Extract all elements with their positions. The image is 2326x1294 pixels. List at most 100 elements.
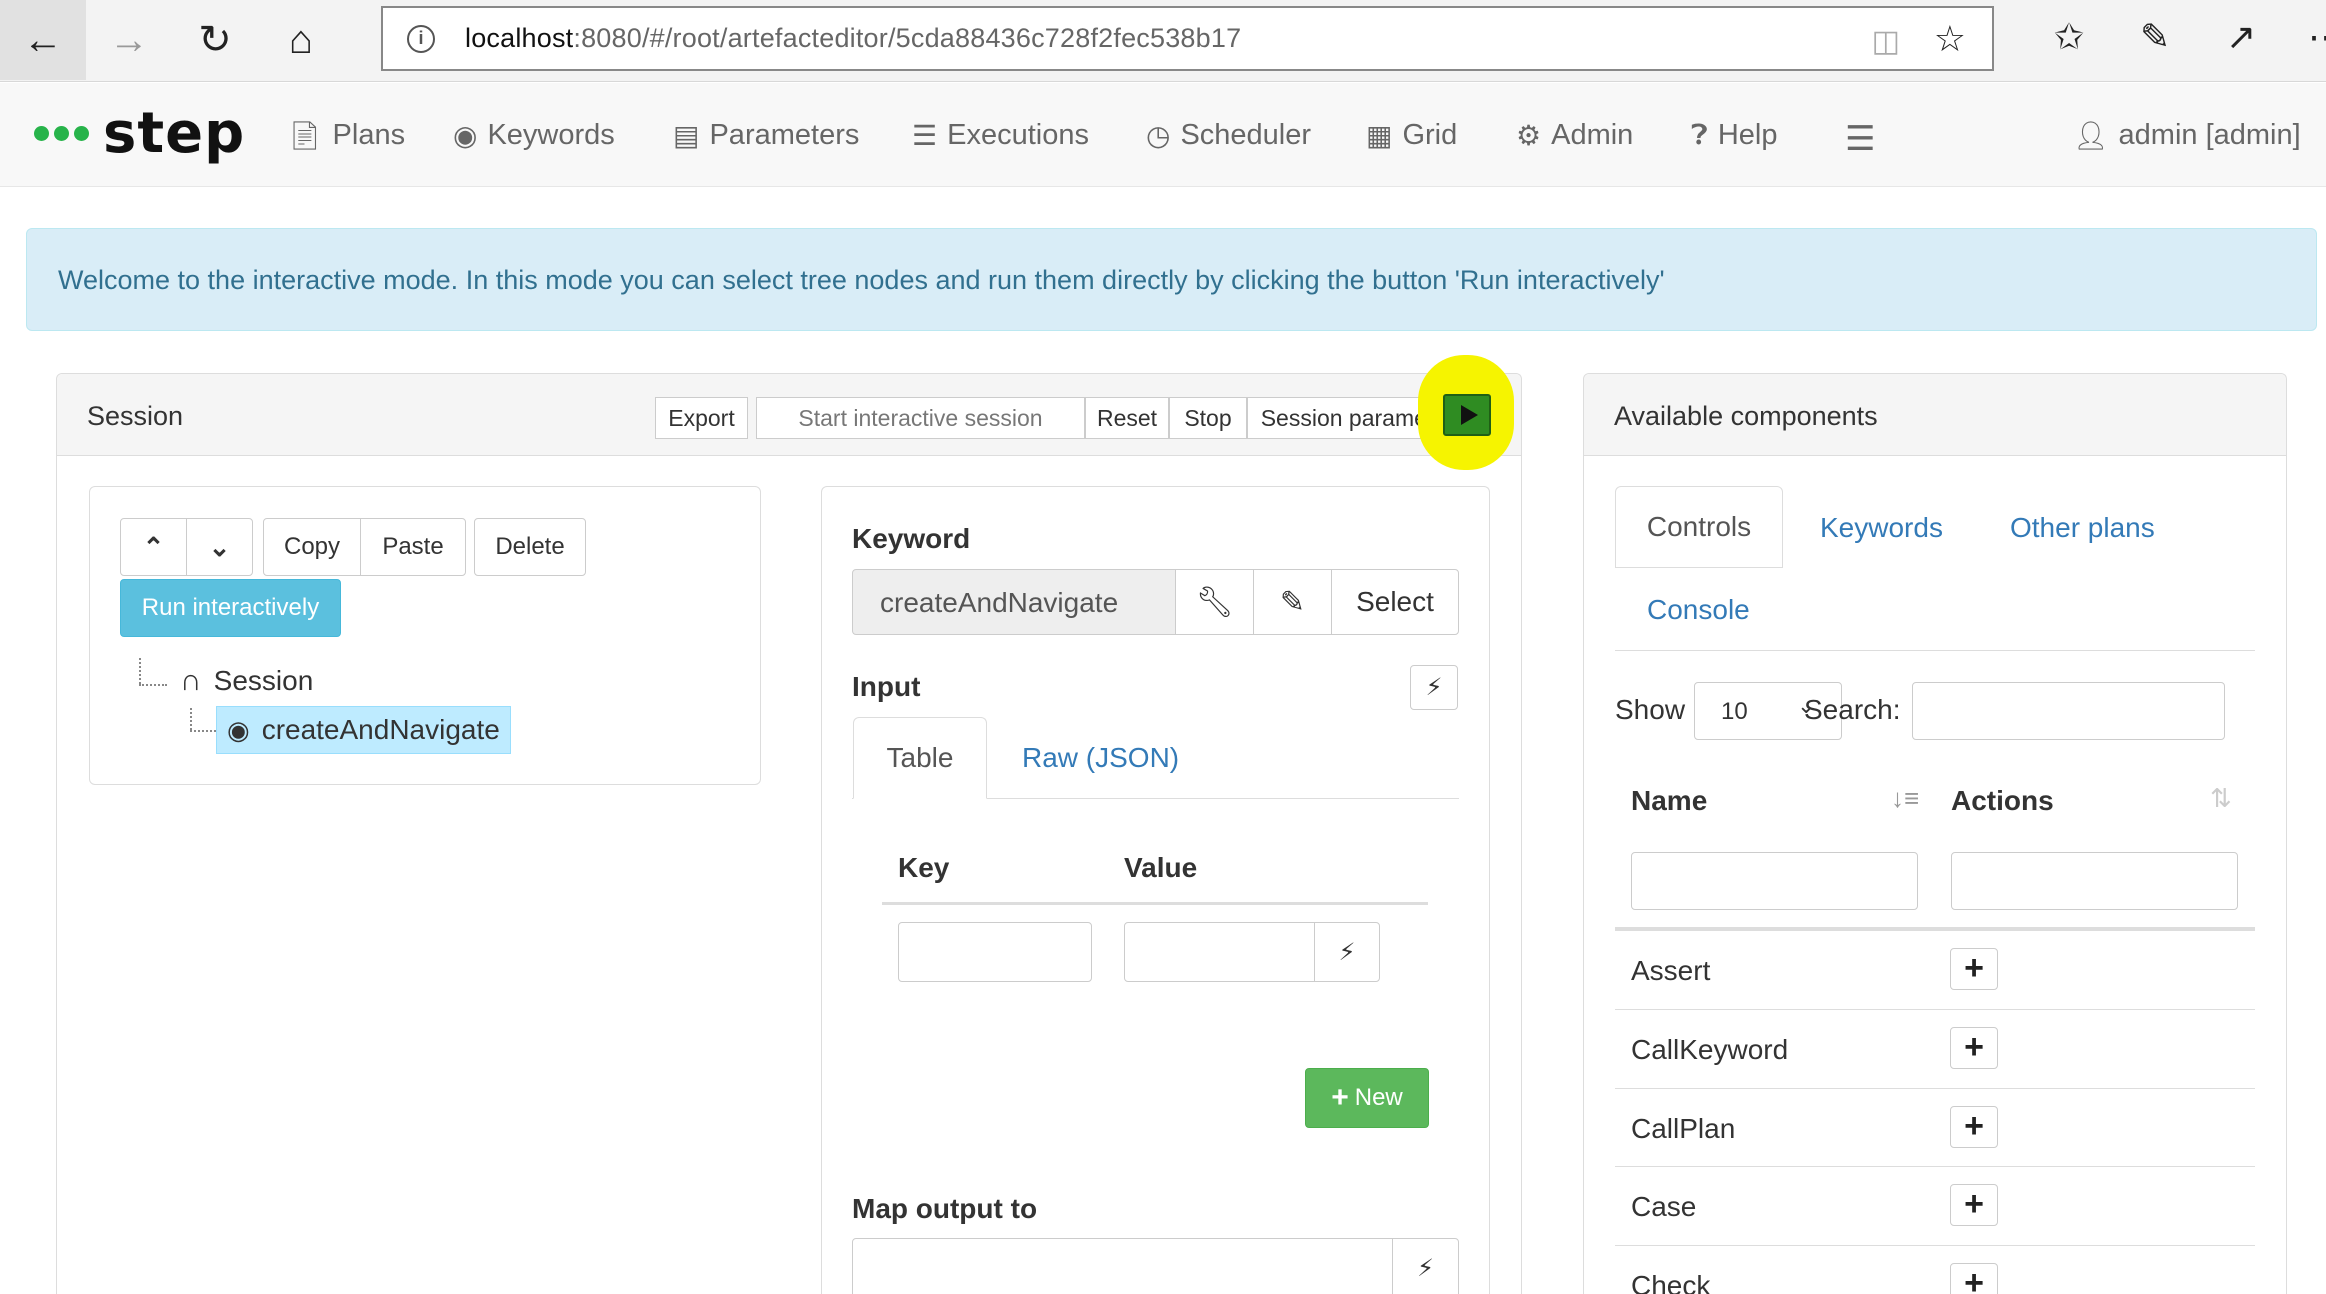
brand-logo[interactable]: step — [34, 101, 245, 166]
tree-node-createAndNavigate[interactable]: ◉ createAndNavigate — [216, 706, 511, 754]
bolt-icon: ⚡︎ — [1338, 938, 1356, 966]
favorites-list-icon[interactable]: ✩ — [2054, 16, 2084, 58]
tasks-icon: ☰ — [912, 120, 938, 151]
add-component-button[interactable]: + — [1950, 1263, 1998, 1294]
nav-parameters[interactable]: ▤ Parameters — [673, 119, 859, 152]
new-button[interactable]: + New — [1305, 1068, 1429, 1128]
tree-connector — [139, 684, 167, 686]
value-column-header: Value — [1124, 852, 1198, 883]
record-icon: ◉ — [453, 120, 478, 151]
session-panel-title: Session — [87, 401, 184, 431]
nav-scheduler[interactable]: ◷ Scheduler — [1146, 119, 1311, 152]
hamburger-menu-icon[interactable]: ☰ — [1845, 119, 1875, 159]
components-panel-title: Available components — [1614, 401, 1878, 431]
nav-keywords[interactable]: ◉ Keywords — [453, 119, 615, 152]
add-component-button[interactable]: + — [1950, 1027, 1998, 1069]
actions-filter-input[interactable] — [1951, 852, 2238, 910]
app-navbar: step 📄︎ Plans ◉ Keywords ▤ Parameters ☰ Exec… — [0, 83, 2326, 187]
table-row: CallKeyword + — [1615, 1009, 2255, 1087]
map-output-dynamic-button[interactable]: ⚡︎ — [1392, 1238, 1459, 1294]
start-interactive-session-button[interactable]: Start interactive session — [756, 397, 1085, 439]
user-icon: 👤︎ — [2073, 120, 2109, 151]
search-label: Search: — [1804, 694, 1901, 725]
delete-button[interactable]: Delete — [474, 518, 586, 576]
back-arrow-icon[interactable]: ← — [0, 0, 86, 80]
tab-raw-json[interactable]: Raw (JSON) — [1022, 742, 1179, 774]
share-icon[interactable]: ↗ — [2226, 16, 2256, 58]
table-row: CallPlan + — [1615, 1088, 2255, 1166]
key-column-header: Key — [898, 852, 950, 883]
browser-toolbar: ← → ↻ ⌂ i localhost:8080/#/root/artefact… — [0, 0, 2326, 82]
tree-connector — [190, 708, 192, 730]
tab-other-plans[interactable]: Other plans — [2010, 512, 2155, 544]
magnet-icon: ∩ — [180, 664, 202, 697]
name-filter-input[interactable] — [1631, 852, 1918, 910]
table-row: Case + — [1615, 1166, 2255, 1244]
reading-view-icon[interactable]: ◫ — [1872, 24, 1900, 59]
search-input[interactable] — [1912, 682, 2225, 740]
map-output-label: Map output to — [852, 1193, 1038, 1224]
list-alt-icon: ▤ — [673, 120, 700, 151]
question-icon: ❓︎ — [1691, 119, 1708, 150]
input-label: Input — [852, 671, 921, 702]
home-icon[interactable]: ⌂ — [258, 0, 344, 80]
tab-controls[interactable]: Controls — [1615, 486, 1783, 568]
brand-name: step — [103, 101, 246, 166]
play-button[interactable] — [1443, 394, 1491, 436]
reset-button[interactable]: Reset — [1085, 397, 1169, 439]
move-up-button[interactable]: ⌃ — [120, 518, 187, 576]
components-panel-header: Available components — [1584, 374, 2286, 456]
bolt-icon: ⚡︎ — [1425, 674, 1443, 701]
add-component-button[interactable]: + — [1950, 1106, 1998, 1148]
more-menu-icon[interactable]: ⋯ — [2308, 16, 2326, 58]
paste-button[interactable]: Paste — [360, 518, 466, 576]
table-row: Check + — [1615, 1245, 2255, 1294]
move-down-button[interactable]: ⌄ — [186, 518, 253, 576]
address-bar[interactable]: i localhost:8080/#/root/artefacteditor/5… — [381, 6, 1994, 71]
stop-button[interactable]: Stop — [1169, 397, 1247, 439]
nav-executions[interactable]: ☰ Executions — [912, 119, 1089, 152]
user-menu[interactable]: 👤︎ admin [admin] — [2073, 119, 2301, 152]
show-label: Show — [1615, 694, 1686, 725]
nav-admin[interactable]: ⚙ Admin — [1516, 119, 1633, 152]
map-output-input[interactable] — [852, 1238, 1393, 1294]
tab-console[interactable]: Console — [1647, 594, 1750, 626]
brand-dots-icon — [34, 126, 89, 141]
tab-keywords[interactable]: Keywords — [1820, 512, 1943, 544]
pen-notes-icon[interactable]: ✎ — [2140, 16, 2170, 58]
tab-table[interactable]: Table — [853, 717, 987, 799]
tree-connector — [190, 730, 216, 732]
nav-grid[interactable]: ▦ Grid — [1366, 119, 1457, 152]
table-header-rule — [882, 902, 1428, 905]
forward-arrow-icon[interactable]: → — [86, 0, 172, 80]
url-text: localhost:8080/#/root/artefacteditor/5cd… — [465, 23, 1242, 53]
export-button[interactable]: Export — [655, 397, 748, 439]
add-component-button[interactable]: + — [1950, 948, 1998, 990]
add-component-button[interactable]: + — [1950, 1184, 1998, 1226]
value-input[interactable] — [1124, 922, 1315, 982]
edit-button[interactable]: ✎ — [1253, 569, 1332, 635]
keyword-input[interactable]: createAndNavigate — [852, 569, 1176, 635]
clock-icon: ◷ — [1146, 120, 1171, 151]
nav-plans[interactable]: 📄︎ Plans — [287, 119, 405, 152]
nav-help[interactable]: ❓︎ Help — [1691, 119, 1777, 152]
wrench-button[interactable]: 🔧︎ — [1175, 569, 1254, 635]
name-column-header[interactable]: Name — [1631, 785, 1707, 817]
dynamic-toggle-button[interactable]: ⚡︎ — [1410, 665, 1458, 710]
sort-desc-icon[interactable]: ↓≡ — [1891, 783, 1919, 814]
favorite-star-icon[interactable]: ☆ — [1934, 18, 1966, 60]
copy-button[interactable]: Copy — [263, 518, 361, 576]
file-icon: 📄︎ — [287, 120, 323, 151]
tree-node-session[interactable]: ∩ Session — [180, 664, 313, 698]
refresh-icon[interactable]: ↻ — [172, 0, 258, 80]
pencil-icon: ✎ — [1279, 585, 1306, 619]
select-button[interactable]: Select — [1331, 569, 1459, 635]
cog-icon: ⚙ — [1516, 120, 1542, 151]
value-dynamic-button[interactable]: ⚡︎ — [1314, 922, 1380, 982]
run-interactively-button[interactable]: Run interactively — [120, 579, 341, 637]
sort-icon[interactable]: ⇅ — [2210, 783, 2232, 814]
site-info-icon[interactable]: i — [407, 24, 435, 53]
key-input[interactable] — [898, 922, 1092, 982]
actions-column-header[interactable]: Actions — [1951, 785, 2054, 817]
keyword-label: Keyword — [852, 523, 971, 554]
